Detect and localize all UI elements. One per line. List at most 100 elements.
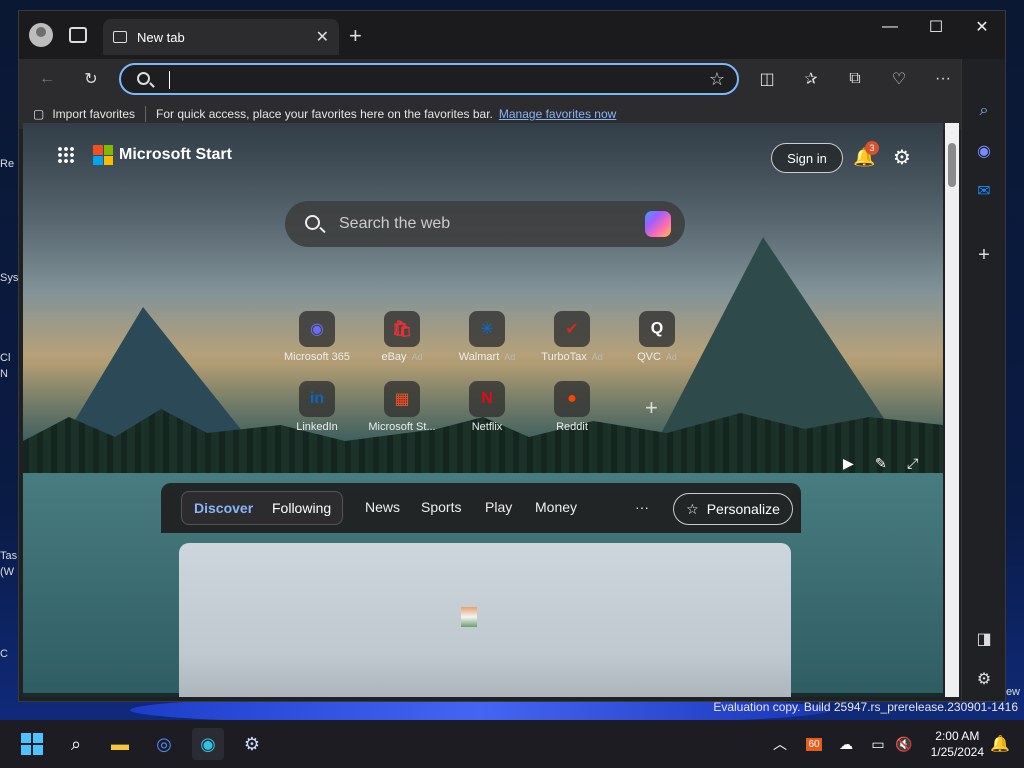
window-controls: — ☐ ✕ xyxy=(867,11,1005,43)
expand-icon[interactable]: ⤢ xyxy=(907,455,918,472)
maximize-button[interactable]: ☐ xyxy=(913,11,959,43)
scrollbar-thumb[interactable] xyxy=(948,143,956,187)
import-favorites-icon: ▢ xyxy=(33,107,45,121)
add-sidebar-app-icon[interactable]: + xyxy=(972,243,996,267)
feed-card[interactable] xyxy=(179,543,791,697)
shortcut-tile[interactable]: in LinkedIn xyxy=(277,381,357,433)
shortcut-tile[interactable]: 🛍 eBay· Ad xyxy=(362,311,442,363)
add-favorite-star-icon[interactable]: ☆ xyxy=(709,69,725,90)
windows-logo-icon xyxy=(21,733,43,755)
edit-background-icon[interactable]: ✎ xyxy=(875,455,887,472)
shortcut-tile[interactable]: N Netflix xyxy=(447,381,527,433)
search-icon[interactable]: ⌕ xyxy=(972,99,996,123)
shortcut-tile[interactable]: ✔ TurboTax· Ad xyxy=(532,311,612,363)
shortcut-tile[interactable]: ▦ Microsoft St... xyxy=(362,381,442,433)
page-scrollbar[interactable] xyxy=(945,123,959,697)
shortcut-tile[interactable]: ◉ Microsoft 365 xyxy=(277,311,357,363)
more-menu-icon[interactable]: ··· xyxy=(931,67,955,91)
cloud-offline-icon[interactable]: ☁ xyxy=(830,728,862,760)
shortcut-icon: ▦ xyxy=(384,381,420,417)
shortcut-label: Netflix xyxy=(471,421,503,433)
tab-new-tab[interactable]: New tab ✕ xyxy=(103,19,339,55)
split-screen-icon[interactable]: ◫ xyxy=(755,67,779,91)
notification-badge: 3 xyxy=(865,141,879,155)
feed-tab[interactable]: Play xyxy=(485,499,512,515)
shortcut-label: eBay xyxy=(381,351,407,363)
steam-icon[interactable]: ⚙ xyxy=(236,728,268,760)
import-favorites-button[interactable]: Import favorites xyxy=(52,107,135,121)
favorites-icon[interactable]: ✰ xyxy=(799,67,823,91)
minimize-button[interactable]: — xyxy=(867,11,913,43)
search-icon xyxy=(305,215,320,230)
shortcut-label: QVC xyxy=(637,351,661,363)
shortcut-icon: ● xyxy=(554,381,590,417)
web-search-box[interactable]: Search the web xyxy=(285,201,685,247)
clock-date: 1/25/2024 xyxy=(930,745,984,759)
feed-tab[interactable]: Sports xyxy=(421,499,461,515)
ad-label: · Ad xyxy=(660,352,677,362)
play-icon[interactable]: ▶ xyxy=(843,455,854,472)
show-hidden-icons-chevron-up-icon[interactable]: ︿ xyxy=(764,728,796,760)
tab-following[interactable]: Following xyxy=(272,500,331,516)
text-caret xyxy=(169,71,170,89)
shortcut-tile[interactable]: ✳ Walmart· Ad xyxy=(447,311,527,363)
shortcut-tile[interactable]: ● Reddit xyxy=(532,381,612,433)
app-launcher-icon[interactable] xyxy=(57,146,75,164)
new-tab-page: Microsoft Start Sign in 🔔 3 ⚙ Search the… xyxy=(23,123,943,697)
ad-label: · Ad xyxy=(499,352,516,362)
tab-actions-icon[interactable] xyxy=(69,27,87,43)
back-arrow-icon[interactable]: ← xyxy=(35,67,59,91)
new-tab-button[interactable]: + xyxy=(349,23,362,49)
shortcut-icon: Q xyxy=(639,311,675,347)
notification-center-bell-icon[interactable]: 🔔 xyxy=(984,728,1016,760)
sidebar-settings-icon[interactable]: ⚙ xyxy=(972,667,996,691)
taskbar-search-icon[interactable]: ⌕ xyxy=(60,728,92,760)
collections-icon[interactable]: ⧉ xyxy=(843,67,867,91)
microsoft-logo-icon xyxy=(93,145,113,165)
sign-in-button[interactable]: Sign in xyxy=(771,143,843,173)
copilot-sidebar-icon[interactable]: ◉ xyxy=(972,139,996,163)
feed-tab[interactable]: Money xyxy=(535,499,577,515)
browser-essentials-icon[interactable]: ♡ xyxy=(887,67,911,91)
tab-close-icon[interactable]: ✕ xyxy=(316,27,329,47)
brand-title[interactable]: Microsoft Start xyxy=(119,146,232,164)
hide-sidebar-icon[interactable]: ◨ xyxy=(972,627,996,651)
more-tabs-icon[interactable]: ··· xyxy=(635,499,649,515)
outlook-icon[interactable]: ✉ xyxy=(972,179,996,203)
tray-app-icon[interactable]: 60 xyxy=(798,728,830,760)
edge-taskbar-icon[interactable]: ◉ xyxy=(192,728,224,760)
close-window-button[interactable]: ✕ xyxy=(959,11,1005,43)
tab-title: New tab xyxy=(137,29,185,45)
start-button[interactable] xyxy=(16,728,48,760)
clock[interactable]: 2:00 AM 1/25/2024 xyxy=(931,728,984,760)
new-tab-favicon-icon xyxy=(113,31,127,43)
feed-tab[interactable]: News xyxy=(365,499,400,515)
volume-muted-icon[interactable]: 🔇 xyxy=(888,728,920,760)
shortcut-label: Microsoft St... xyxy=(368,421,436,433)
clock-time: 2:00 AM xyxy=(935,729,980,743)
address-bar[interactable]: ☆ xyxy=(119,63,739,95)
file-explorer-icon[interactable]: ▬ xyxy=(104,728,136,760)
copilot-icon[interactable] xyxy=(645,211,671,237)
refresh-icon[interactable]: ↻ xyxy=(79,67,103,91)
browser-window: New tab ✕ + — ☐ ✕ ← ↻ ☆ ◫ ✰ ⧉ ♡ ··· ◆ ▢ … xyxy=(18,10,1006,702)
shortcut-icon: ◉ xyxy=(299,311,335,347)
star-edit-icon: ☆ xyxy=(686,500,699,517)
feed-mode-toggle: Discover Following xyxy=(181,491,343,525)
chromium-icon[interactable]: ◎ xyxy=(148,728,180,760)
shortcut-tile[interactable]: Q QVC· Ad xyxy=(617,311,697,363)
shortcut-icon: 🛍 xyxy=(384,311,420,347)
add-shortcut-icon[interactable]: + xyxy=(645,395,658,421)
divider xyxy=(145,106,147,122)
tab-discover[interactable]: Discover xyxy=(194,500,253,516)
edge-sidebar: ⌕ ◉ ✉ + ◨ ⚙ xyxy=(961,59,1005,701)
search-icon xyxy=(137,72,150,85)
personalize-button[interactable]: ☆ Personalize xyxy=(673,493,793,525)
shortcut-label: Reddit xyxy=(556,421,588,433)
tab-bar: New tab ✕ + — ☐ ✕ xyxy=(19,11,1005,59)
profile-avatar[interactable] xyxy=(29,23,53,47)
page-settings-gear-icon[interactable]: ⚙ xyxy=(893,145,911,170)
manage-favorites-link[interactable]: Manage favorites now xyxy=(499,107,616,121)
toolbar: ← ↻ ☆ ◫ ✰ ⧉ ♡ ··· ◆ xyxy=(19,59,1005,99)
tray-badge: 60 xyxy=(806,737,822,751)
